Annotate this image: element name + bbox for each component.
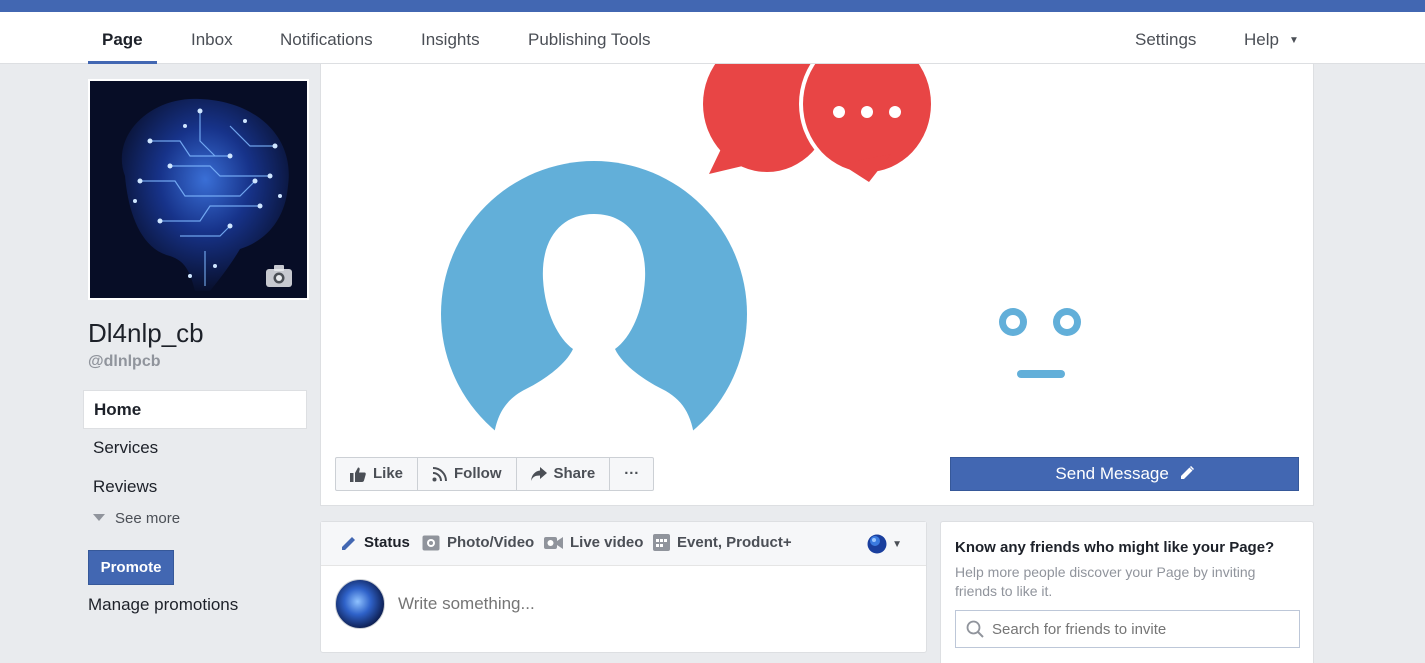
invite-friends-card: Know any friends who might like your Pag… [940, 521, 1314, 663]
nav-tab-notifications[interactable]: Notifications [280, 12, 373, 64]
rss-icon [432, 466, 448, 481]
composer-tab-live-video[interactable]: Live video [544, 534, 643, 551]
more-options-label: ··· [624, 465, 640, 482]
pencil-icon [1180, 465, 1194, 479]
chat-bubbles-icon [703, 64, 935, 182]
left-page-menu: Home Services Reviews [83, 390, 307, 507]
composer-tab-event-product-label: Event, Product+ [677, 534, 792, 551]
page-action-buttons: Like Follow Share ··· [335, 457, 655, 491]
more-options-button[interactable]: ··· [610, 458, 653, 490]
share-label: Share [553, 465, 596, 482]
left-menu-home[interactable]: Home [83, 390, 307, 429]
left-menu-services[interactable]: Services [83, 429, 307, 468]
nav-tab-insights[interactable]: Insights [421, 12, 480, 64]
caret-down-icon: ▼ [1288, 35, 1299, 46]
search-icon [966, 620, 984, 638]
nav-help[interactable]: Help ▼ [1244, 12, 1299, 64]
nav-help-label: Help [1244, 30, 1279, 49]
manage-promotions-link[interactable]: Manage promotions [88, 595, 238, 615]
audience-selector[interactable]: ▼ [867, 534, 902, 554]
send-message-button[interactable]: Send Message [950, 457, 1299, 491]
page-avatar [335, 579, 385, 629]
follow-label: Follow [454, 465, 502, 482]
composer-tabs: Status Photo/Video Live video Event, Pro… [321, 522, 926, 566]
like-button[interactable]: Like [336, 458, 419, 490]
send-message-label: Send Message [1055, 464, 1169, 483]
photo-icon [422, 535, 440, 550]
page-top-nav: Page Inbox Notifications Insights Publis… [0, 12, 1425, 64]
composer-tab-status[interactable]: Status [341, 534, 410, 551]
see-more-link[interactable]: See more [93, 510, 180, 527]
brain-circuit-image [90, 81, 307, 298]
person-avatar-icon [441, 161, 747, 442]
left-menu-reviews[interactable]: Reviews [83, 468, 307, 507]
cover-photo-card [320, 64, 1314, 506]
write-something-input[interactable] [398, 594, 898, 614]
video-camera-icon [544, 536, 563, 549]
page-handle[interactable]: @dlnlpcb [88, 353, 160, 371]
promote-button[interactable]: Promote [88, 550, 174, 585]
composer-tab-event-product[interactable]: Event, Product+ [653, 534, 792, 551]
event-icon [653, 534, 670, 551]
nav-tab-page[interactable]: Page [88, 12, 157, 64]
invite-search-box[interactable] [955, 610, 1300, 648]
nav-settings[interactable]: Settings [1135, 12, 1196, 64]
invite-description: Help more people discover your Page by i… [955, 564, 1256, 599]
like-label: Like [373, 465, 404, 482]
follow-button[interactable]: Follow [418, 458, 517, 490]
nav-tab-inbox[interactable]: Inbox [191, 12, 233, 64]
post-composer: Status Photo/Video Live video Event, Pro… [320, 521, 927, 653]
cover-illustration[interactable] [321, 64, 1314, 442]
invite-title: Know any friends who might like your Pag… [955, 539, 1275, 556]
like-icon [350, 467, 366, 482]
composer-tab-photo-video-label: Photo/Video [447, 534, 535, 551]
nav-tab-publishing-tools[interactable]: Publishing Tools [528, 12, 651, 64]
page-name: Dl4nlp_cb [88, 318, 204, 348]
share-button[interactable]: Share [517, 458, 611, 490]
top-brand-strip [0, 0, 1425, 12]
composer-tab-status-label: Status [364, 534, 410, 551]
composer-tab-live-video-label: Live video [570, 534, 644, 551]
profile-picture[interactable] [88, 79, 309, 300]
chevron-down-icon [93, 514, 105, 521]
invite-search-input[interactable] [992, 620, 1292, 638]
caret-down-icon: ▼ [892, 538, 902, 550]
pencil-icon [342, 536, 355, 550]
robot-avatar-icon [981, 224, 1101, 442]
composer-tab-photo-video[interactable]: Photo/Video [422, 534, 534, 551]
globe-icon [867, 534, 887, 554]
share-icon [530, 467, 547, 481]
see-more-label: See more [115, 510, 181, 527]
